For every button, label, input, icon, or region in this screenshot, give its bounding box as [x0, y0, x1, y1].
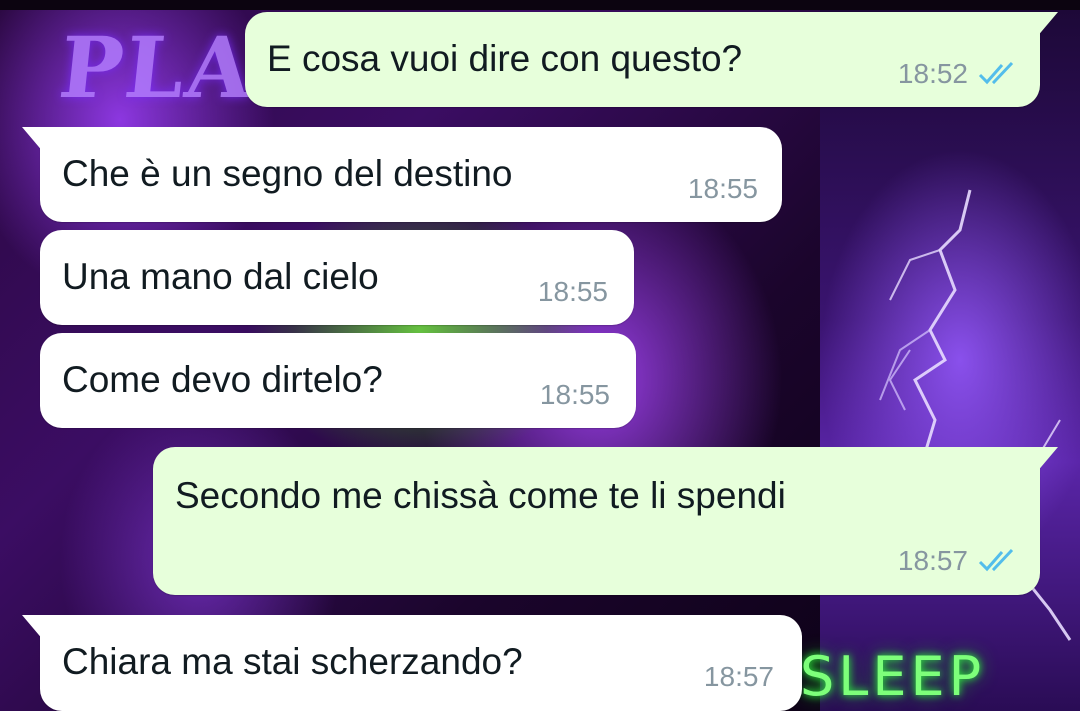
message-time: 18:57: [703, 661, 774, 692]
read-double-check-icon: [978, 61, 1014, 85]
message-bubble-incoming[interactable]: Chiara ma stai scherzando? 18:57: [22, 615, 802, 711]
top-edge-strip: [0, 0, 1080, 10]
neon-sleep-sign: SLEEP: [800, 645, 986, 708]
message-text: Chiara ma stai scherzando?: [62, 641, 523, 682]
message-text: E cosa vuoi dire con questo?: [267, 38, 743, 79]
message-bubble-outgoing[interactable]: Secondo me chissà come te li spendi 18:5…: [153, 447, 1058, 595]
read-double-check-icon: [978, 548, 1014, 572]
message-meta: 18:55: [688, 173, 758, 205]
message-bubble-incoming[interactable]: Come devo dirtelo? 18:55: [40, 333, 636, 428]
message-meta: 18:57: [704, 661, 774, 693]
message-bubble-incoming[interactable]: Una mano dal cielo 18:55: [40, 230, 634, 325]
message-time: 18:55: [687, 173, 758, 204]
message-text: Come devo dirtelo?: [62, 359, 383, 400]
message-text: Secondo me chissà come te li spendi: [175, 475, 786, 516]
message-bubble-outgoing[interactable]: E cosa vuoi dire con questo? 18:52: [245, 12, 1058, 107]
message-bubble-incoming[interactable]: Che è un segno del destino 18:55: [22, 127, 782, 222]
message-meta: 18:55: [540, 379, 610, 411]
message-meta: 18:52: [898, 58, 1020, 90]
message-meta: 18:55: [538, 276, 608, 308]
message-meta: 18:57: [898, 545, 1020, 577]
message-time: 18:52: [897, 58, 968, 89]
message-time: 18:57: [897, 545, 968, 576]
message-text: Una mano dal cielo: [62, 256, 379, 297]
message-time: 18:55: [537, 276, 608, 307]
message-time: 18:55: [539, 379, 610, 410]
message-text: Che è un segno del destino: [62, 153, 513, 194]
